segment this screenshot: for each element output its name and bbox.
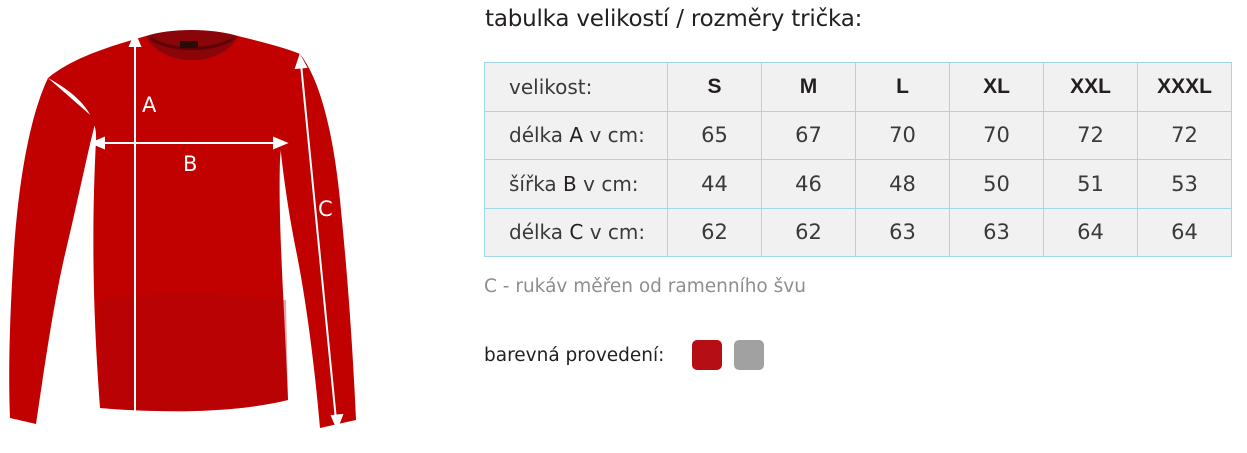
t-shirt-illustration: A B C <box>9 30 356 431</box>
sleeve-measurement-note: C - rukáv měřen od ramenního švu <box>484 276 806 297</box>
size-xxxl: XXXL <box>1137 62 1232 112</box>
table-cell: 53 <box>1137 159 1232 209</box>
size-xl: XL <box>949 62 1044 112</box>
size-table: velikost: S M L XL XXL XXXL délka A v cm… <box>484 62 1232 257</box>
table-cell: 65 <box>667 110 762 160</box>
color-variants-label: barevná provedení: <box>484 344 665 366</box>
dimension-c-label: C <box>318 197 333 221</box>
table-cell: 62 <box>667 207 762 257</box>
table-cell: 70 <box>949 110 1044 160</box>
table-row: šířka B v cm: 44 46 48 50 51 53 <box>484 159 1232 209</box>
color-swatch-red[interactable] <box>692 340 723 370</box>
left-sleeve <box>9 78 96 424</box>
size-chart-title: tabulka velikostí / rozměry trička: <box>485 6 863 32</box>
table-cell: 46 <box>761 159 856 209</box>
table-cell: 63 <box>855 207 950 257</box>
header-label: velikost: <box>484 62 668 112</box>
brand-label <box>180 41 198 48</box>
color-variants: barevná provedení: <box>484 340 776 370</box>
size-s: S <box>667 62 762 112</box>
size-l: L <box>855 62 950 112</box>
table-cell: 51 <box>1043 159 1138 209</box>
row-label-length-c: délka C v cm: <box>484 207 668 257</box>
dimension-b-label: B <box>183 152 197 176</box>
dimension-a-label: A <box>142 93 157 117</box>
table-cell: 67 <box>761 110 856 160</box>
size-xxl: XXL <box>1043 62 1138 112</box>
row-label-length-a: délka A v cm: <box>484 110 668 160</box>
table-cell: 64 <box>1137 207 1232 257</box>
size-m: M <box>761 62 856 112</box>
table-row: délka C v cm: 62 62 63 63 64 64 <box>484 207 1232 257</box>
table-cell: 44 <box>667 159 762 209</box>
color-swatch-gray[interactable] <box>734 340 765 370</box>
table-cell: 48 <box>855 159 950 209</box>
row-label-width-b: šířka B v cm: <box>484 159 668 209</box>
table-cell: 64 <box>1043 207 1138 257</box>
table-cell: 72 <box>1043 110 1138 160</box>
table-cell: 62 <box>761 207 856 257</box>
right-sleeve <box>278 54 356 428</box>
table-header-row: velikost: S M L XL XXL XXXL <box>484 62 1232 112</box>
table-cell: 72 <box>1137 110 1232 160</box>
table-cell: 63 <box>949 207 1044 257</box>
table-row: délka A v cm: 65 67 70 70 72 72 <box>484 110 1232 160</box>
table-cell: 50 <box>949 159 1044 209</box>
table-cell: 70 <box>855 110 950 160</box>
